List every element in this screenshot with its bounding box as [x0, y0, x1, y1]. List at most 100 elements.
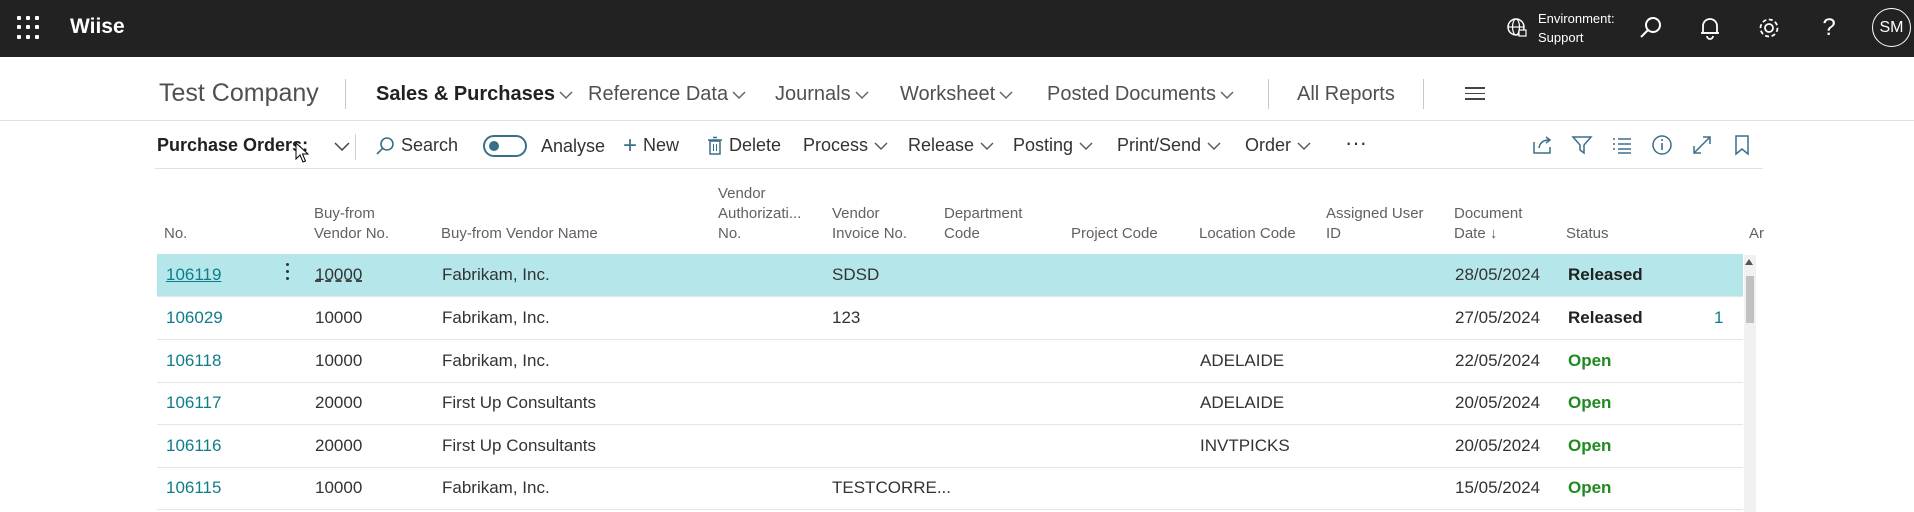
top-bar: Wiise Environment: Support ? SM [0, 0, 1914, 57]
share-icon[interactable] [1530, 133, 1554, 157]
cell-vendor-invoice: SDSD [832, 265, 880, 284]
print-send-menu[interactable]: Print/Send [1117, 135, 1221, 156]
nav-all-reports[interactable]: All Reports [1297, 83, 1395, 106]
row-actions-icon[interactable] [286, 263, 292, 284]
cell-vendor-no: 10000 [315, 478, 363, 497]
nav-posted-documents[interactable]: Posted Documents [1047, 83, 1234, 106]
cell-vendor-name: Fabrikam, Inc. [442, 265, 550, 284]
cell-no[interactable]: 106119 [166, 265, 221, 285]
mouse-cursor-icon [295, 142, 309, 163]
chevron-down-icon [1220, 90, 1234, 99]
cell-document-date: 20/05/2024 [1455, 436, 1541, 455]
chevron-down-icon [732, 90, 746, 99]
status-badge: Released [1568, 308, 1643, 327]
page-title[interactable]: Purchase Orders: [157, 135, 350, 156]
status-badge: Open [1568, 351, 1612, 370]
chevron-down-icon [980, 142, 994, 150]
chevron-down-icon [559, 90, 573, 99]
cell-vendor-name: Fabrikam, Inc. [442, 478, 550, 497]
bookmark-icon[interactable] [1730, 133, 1754, 157]
column-header-location[interactable]: Location Code [1199, 224, 1296, 244]
action-divider [355, 134, 356, 160]
posting-menu[interactable]: Posting [1013, 135, 1093, 156]
scroll-up-icon[interactable] [1745, 259, 1753, 265]
cell-no[interactable]: 106118 [166, 351, 221, 371]
cell-no[interactable]: 106029 [166, 308, 223, 328]
column-header-truncated[interactable]: Ar [1749, 224, 1765, 244]
cell-vendor-no: 20000 [315, 436, 363, 455]
nav-divider [1268, 79, 1269, 109]
environment-label: Environment: [1538, 11, 1615, 26]
more-options-icon[interactable]: ··· [1345, 130, 1367, 156]
cell-vendor-no: 20000 [315, 393, 363, 412]
delete-button[interactable]: Delete [707, 135, 781, 156]
scrollbar-thumb[interactable] [1746, 276, 1754, 323]
cell-no[interactable]: 106116 [166, 436, 221, 456]
menu-icon[interactable] [1465, 87, 1485, 104]
nav-journals[interactable]: Journals [775, 83, 869, 106]
app-name: Wiise [70, 15, 125, 38]
column-header-project[interactable]: Project Code [1071, 224, 1158, 244]
globe-icon [1507, 18, 1527, 37]
nav-worksheet[interactable]: Worksheet [900, 83, 1013, 106]
table-row[interactable]: 106118 10000 Fabrikam, Inc. ADELAIDE 22/… [157, 340, 1743, 383]
column-header-department[interactable]: Department Code [944, 204, 1022, 244]
column-header-vendor-name[interactable]: Buy-from Vendor Name [441, 224, 598, 244]
column-header-vendor-invoice[interactable]: Vendor Invoice No. [832, 204, 907, 244]
cell-vendor-invoice: TESTCORRE... [832, 478, 952, 497]
process-menu[interactable]: Process [803, 135, 888, 156]
column-header-status[interactable]: Status [1566, 224, 1609, 244]
status-badge: Open [1568, 393, 1612, 412]
table-row[interactable]: 106029 10000 Fabrikam, Inc. 123 27/05/20… [157, 297, 1743, 340]
chevron-down-icon [1079, 142, 1093, 150]
analyse-toggle[interactable]: Analyse [483, 135, 605, 157]
search-button[interactable]: Search [375, 135, 458, 156]
nav-sales-purchases[interactable]: Sales & Purchases [376, 83, 573, 106]
release-menu[interactable]: Release [908, 135, 994, 156]
chevron-down-icon [874, 142, 888, 150]
info-icon[interactable] [1650, 133, 1674, 157]
cell-truncated[interactable]: 1 [1714, 308, 1726, 328]
cell-vendor-no[interactable]: 10000 [315, 265, 362, 285]
status-badge: Released [1568, 265, 1643, 284]
column-header-no[interactable]: No. [164, 224, 187, 244]
bell-icon[interactable] [1696, 14, 1724, 42]
column-header-document-date[interactable]: Document Date ↓ [1454, 204, 1522, 244]
toggle-switch[interactable] [483, 135, 527, 157]
table-row[interactable]: 106119 10000 Fabrikam, Inc. SDSD 28/05/2… [157, 254, 1743, 297]
user-avatar[interactable]: SM [1872, 8, 1911, 47]
cell-vendor-name: Fabrikam, Inc. [442, 308, 550, 327]
environment-value: Support [1538, 30, 1584, 45]
search-icon [376, 136, 394, 155]
cell-no[interactable]: 106117 [166, 393, 221, 413]
new-button[interactable]: + New [623, 131, 679, 159]
chevron-down-icon[interactable] [334, 141, 350, 151]
plus-icon: + [623, 131, 638, 159]
filter-icon[interactable] [1570, 133, 1594, 157]
nav-reference-data[interactable]: Reference Data [588, 83, 746, 106]
column-header-vendor-no[interactable]: Buy-from Vendor No. [314, 204, 389, 244]
column-header-vendor-authorization[interactable]: Vendor Authorizati... No. [718, 184, 801, 244]
app-launcher-icon[interactable] [17, 16, 41, 40]
column-header-assigned-user[interactable]: Assigned User ID [1326, 204, 1424, 244]
cell-document-date: 22/05/2024 [1455, 351, 1541, 370]
help-icon[interactable]: ? [1815, 14, 1843, 42]
navigation-bar: Test Company Sales & Purchases Reference… [0, 57, 1914, 121]
order-menu[interactable]: Order [1245, 135, 1311, 156]
chevron-down-icon [1207, 142, 1221, 150]
list-view-icon[interactable] [1610, 133, 1634, 157]
gear-icon[interactable] [1755, 14, 1783, 42]
cell-no[interactable]: 106115 [166, 478, 221, 498]
cell-document-date: 28/05/2024 [1455, 265, 1541, 284]
table-row[interactable]: 106117 20000 First Up Consultants ADELAI… [157, 382, 1743, 425]
expand-icon[interactable] [1690, 133, 1714, 157]
trash-icon [708, 136, 722, 155]
environment-indicator[interactable]: Environment: Support [1506, 9, 1615, 47]
cell-vendor-name: First Up Consultants [442, 393, 596, 412]
cell-location: INVTPICKS [1200, 436, 1290, 455]
table-row[interactable]: 106115 10000 Fabrikam, Inc. TESTCORRE...… [157, 467, 1743, 510]
search-icon[interactable] [1637, 14, 1665, 42]
table-row[interactable]: 106116 20000 First Up Consultants INVTPI… [157, 425, 1743, 468]
cell-location: ADELAIDE [1200, 351, 1285, 370]
company-name[interactable]: Test Company [159, 79, 319, 108]
